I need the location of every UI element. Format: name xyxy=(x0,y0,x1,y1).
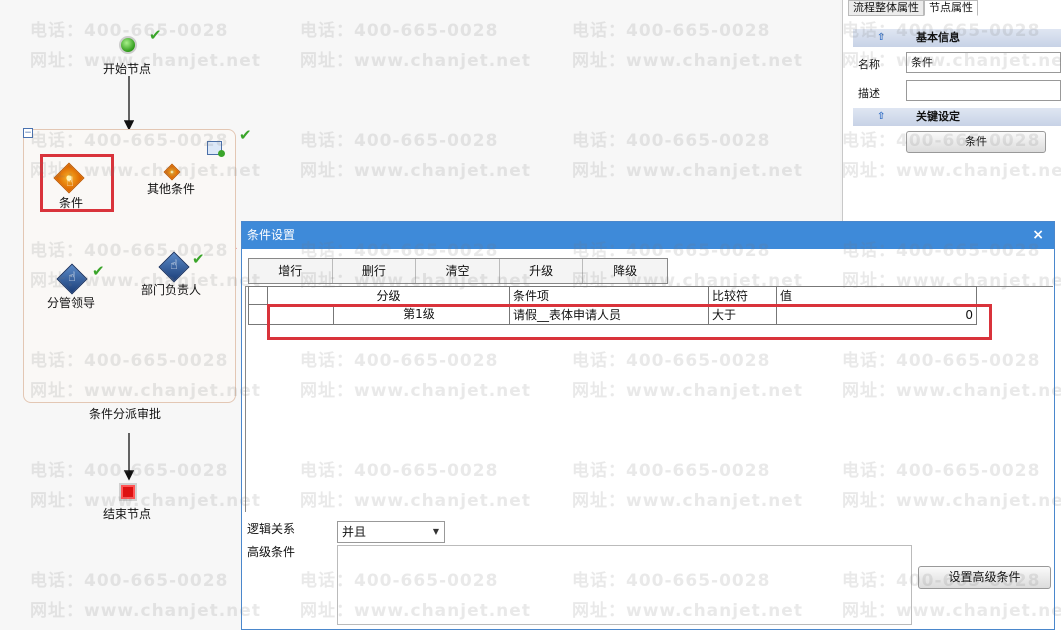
key-settings-section[interactable]: ⇧ 关键设定 xyxy=(853,108,1061,126)
collapse-up-icon[interactable]: ⇧ xyxy=(877,108,885,126)
row-indicator xyxy=(248,304,268,325)
start-node-label: 开始节点 xyxy=(103,62,152,76)
condition-settings-dialog: 条件设置 × 增行 删行 清空 升级 降级 分级 条件项 比较符 值 第1级 请… xyxy=(241,221,1055,630)
advanced-condition-textarea[interactable] xyxy=(337,545,912,625)
branch-a-label: 分管领导 xyxy=(47,296,96,310)
tab-node-properties[interactable]: 节点属性 xyxy=(924,0,978,16)
key-settings-title: 关键设定 xyxy=(916,110,960,123)
name-label: 名称 xyxy=(858,58,880,71)
hand-icon: ☝ xyxy=(170,258,178,273)
start-node-icon[interactable] xyxy=(119,36,137,54)
logic-select[interactable]: 并且 ▼ xyxy=(337,521,445,543)
grid-header-value[interactable]: 值 xyxy=(776,286,977,305)
grid-toolbar: 增行 删行 清空 升级 降级 xyxy=(248,258,668,284)
logic-select-value: 并且 xyxy=(342,525,367,539)
logic-label: 逻辑关系 xyxy=(247,522,296,536)
chevron-down-icon[interactable]: ▼ xyxy=(433,522,439,542)
advanced-label: 高级条件 xyxy=(247,545,296,559)
branch-b-check-icon: ✔ xyxy=(192,250,205,268)
clear-button[interactable]: 清空 xyxy=(416,259,500,283)
basic-info-section[interactable]: ⇧ 基本信息 xyxy=(853,29,1061,47)
branch-a-check-icon: ✔ xyxy=(92,262,105,280)
close-icon[interactable]: × xyxy=(1032,222,1044,249)
delete-row-button[interactable]: 删行 xyxy=(333,259,417,283)
grid-header-level[interactable]: 分级 xyxy=(267,286,510,305)
property-tabs: 流程整体属性 节点属性 xyxy=(848,0,978,16)
grid-header-item[interactable]: 条件项 xyxy=(509,286,709,305)
dialog-title: 条件设置 xyxy=(247,228,296,242)
add-row-button[interactable]: 增行 xyxy=(249,259,333,283)
demote-button[interactable]: 降级 xyxy=(583,259,667,283)
collapse-up-icon[interactable]: ⇧ xyxy=(877,29,885,47)
container-label: 条件分派审批 xyxy=(89,407,162,421)
name-field[interactable]: 条件 xyxy=(906,52,1061,73)
condition-settings-button[interactable]: 条件 xyxy=(906,131,1046,153)
end-node-icon[interactable] xyxy=(119,483,137,501)
condition-node-label: 条件 xyxy=(59,196,84,210)
collapse-toggle-icon[interactable]: − xyxy=(23,128,33,138)
set-advanced-condition-button[interactable]: 设置高级条件 xyxy=(918,566,1051,589)
grid-header-row: 分级 条件项 比较符 值 xyxy=(248,286,977,305)
start-check-icon: ✔ xyxy=(149,26,162,44)
description-field[interactable] xyxy=(906,80,1061,101)
grid-header-indicator xyxy=(248,286,268,305)
container-check-icon: ✔ xyxy=(239,126,252,144)
grid-header-operator[interactable]: 比较符 xyxy=(708,286,777,305)
tab-flow-properties[interactable]: 流程整体属性 xyxy=(848,0,924,16)
other-condition-label: 其他条件 xyxy=(147,182,196,196)
row-highlight-frame xyxy=(267,304,992,340)
table-settings-icon[interactable] xyxy=(207,141,225,157)
basic-info-title: 基本信息 xyxy=(916,31,960,44)
end-node-label: 结束节点 xyxy=(103,507,152,521)
branch-b-label: 部门负责人 xyxy=(141,283,202,297)
hand-icon: ☝ xyxy=(68,270,76,285)
description-label: 描述 xyxy=(858,87,880,100)
promote-button[interactable]: 升级 xyxy=(500,259,584,283)
dialog-title-bar[interactable]: 条件设置 × xyxy=(242,222,1054,249)
